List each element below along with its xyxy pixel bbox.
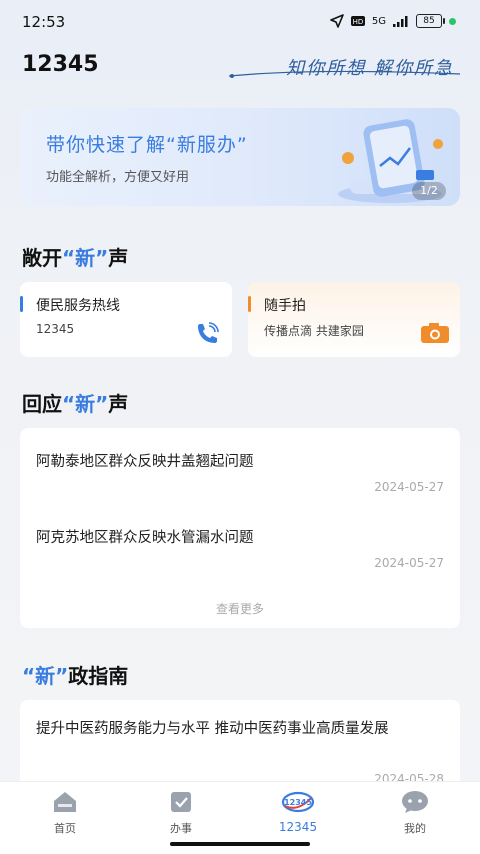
snapshot-title: 随手拍 xyxy=(264,298,306,314)
banner-pager: 1/2 xyxy=(412,182,446,200)
guide-item-title: 提升中医药服务能力与水平 推动中医药事业高质量发展 xyxy=(36,721,389,737)
home-indicator[interactable] xyxy=(170,842,310,846)
hotline-card[interactable]: 便民服务热线 12345 xyxy=(20,282,232,357)
app-title: 12345 xyxy=(22,52,99,77)
list-item-date: 2024-05-27 xyxy=(374,556,444,570)
list-item[interactable]: 阿勒泰地区群众反映井盖翘起问题 2024-05-27 xyxy=(36,450,444,500)
section-title-respond-voice: 回应“新”声 xyxy=(22,392,129,416)
hotline-number: 12345 xyxy=(36,322,75,336)
tab-services[interactable]: 办事 xyxy=(141,790,221,836)
banner-subtitle: 功能全解析，方便又好用 xyxy=(46,170,190,185)
section-title-policy-guide: “新”政指南 xyxy=(22,664,129,688)
home-icon xyxy=(54,792,76,812)
status-time: 12:53 xyxy=(22,13,66,31)
12345-logo-icon: 12345 xyxy=(281,791,315,813)
list-item-title: 阿勒泰地区群众反映井盖翘起问题 xyxy=(36,454,254,470)
svg-text:12345: 12345 xyxy=(284,798,312,807)
slogan: 知你所想 解你所急 xyxy=(224,52,464,82)
list-item-date: 2024-05-27 xyxy=(374,480,444,494)
network-label: 5G xyxy=(371,15,386,27)
hotline-title: 便民服务热线 xyxy=(36,298,120,314)
snapshot-card[interactable]: 随手拍 传播点滴 共建家园 xyxy=(248,282,460,357)
snapshot-accent-bar xyxy=(248,296,251,312)
svg-text:HD: HD xyxy=(353,18,364,26)
hd-icon: HD xyxy=(350,16,365,26)
slogan-text: 知你所想 解你所急 xyxy=(286,58,454,79)
chat-bubble-icon xyxy=(402,791,428,813)
snapshot-subtitle: 传播点滴 共建家园 xyxy=(264,324,364,338)
view-more-link[interactable]: 查看更多 xyxy=(20,600,460,617)
tab-home[interactable]: 首页 xyxy=(25,790,105,836)
list-item-title: 阿克苏地区群众反映水管漏水问题 xyxy=(36,530,254,546)
tab-profile[interactable]: 我的 xyxy=(375,790,455,836)
hotline-accent-bar xyxy=(20,296,23,312)
list-item[interactable]: 阿克苏地区群众反映水管漏水问题 2024-05-27 xyxy=(36,526,444,576)
camera-icon xyxy=(421,323,449,343)
status-bar: 12:53 HD 5G 85 xyxy=(0,0,480,44)
section-title-open-voice: 敞开“新”声 xyxy=(22,246,129,270)
battery-icon: 85 xyxy=(416,14,445,28)
clipboard-check-icon xyxy=(171,792,191,812)
location-arrow-icon xyxy=(330,14,344,28)
active-dot-icon xyxy=(449,17,456,25)
tab-12345[interactable]: 12345 12345 xyxy=(258,790,338,834)
banner-title: 带你快速了解“新服办” xyxy=(46,134,248,156)
signal-icon xyxy=(393,15,408,27)
status-icons: HD 5G 85 xyxy=(330,14,456,28)
phone-icon xyxy=(198,322,219,343)
promo-banner[interactable]: 带你快速了解“新服办” 功能全解析，方便又好用 1/2 xyxy=(20,108,460,206)
response-list: 阿勒泰地区群众反映井盖翘起问题 2024-05-27 阿克苏地区群众反映水管漏水… xyxy=(20,428,460,628)
